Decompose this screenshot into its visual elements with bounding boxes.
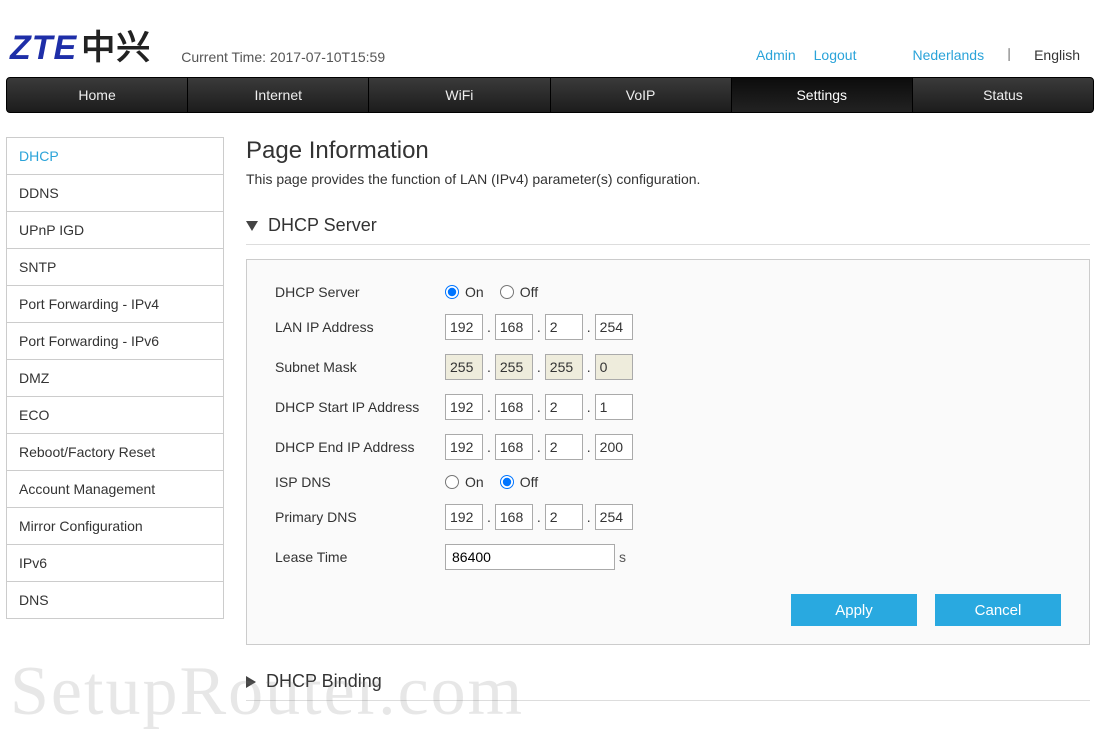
- lan-ip-1[interactable]: [445, 314, 483, 340]
- chevron-right-icon: [246, 676, 256, 688]
- lang-separator: 丨: [1002, 45, 1016, 65]
- isp-dns-on-radio[interactable]: On: [445, 474, 484, 490]
- logo-text-west: ZTE: [10, 29, 77, 68]
- isp-dns-off-radio[interactable]: Off: [500, 474, 538, 490]
- page-description: This page provides the function of LAN (…: [246, 171, 1090, 187]
- sidebar: DHCPDDNSUPnP IGDSNTPPort Forwarding - IP…: [6, 137, 224, 619]
- nav-internet[interactable]: Internet: [188, 78, 369, 112]
- nav-settings[interactable]: Settings: [732, 78, 913, 112]
- sidebar-item-dhcp[interactable]: DHCP: [7, 138, 223, 175]
- dhcp-server-off-radio[interactable]: Off: [500, 284, 538, 300]
- subnet-3[interactable]: [545, 354, 583, 380]
- end-ip-3[interactable]: [545, 434, 583, 460]
- label-primary-dns: Primary DNS: [275, 509, 445, 525]
- primary-dns-2[interactable]: [495, 504, 533, 530]
- logo-text-cn: 中兴: [81, 20, 151, 69]
- sidebar-item-port-forwarding-ipv4[interactable]: Port Forwarding - IPv4: [7, 286, 223, 323]
- start-ip-3[interactable]: [545, 394, 583, 420]
- primary-dns-1[interactable]: [445, 504, 483, 530]
- sidebar-item-dns[interactable]: DNS: [7, 582, 223, 618]
- nav-home[interactable]: Home: [7, 78, 188, 112]
- label-isp-dns: ISP DNS: [275, 474, 445, 490]
- label-lan-ip: LAN IP Address: [275, 319, 445, 335]
- primary-dns-3[interactable]: [545, 504, 583, 530]
- nav-wifi[interactable]: WiFi: [369, 78, 550, 112]
- sidebar-item-mirror-configuration[interactable]: Mirror Configuration: [7, 508, 223, 545]
- nav-voip[interactable]: VoIP: [551, 78, 732, 112]
- lan-ip-2[interactable]: [495, 314, 533, 340]
- dhcp-server-panel: DHCP Server On Off LAN IP Address . . . …: [246, 259, 1090, 645]
- label-lease: Lease Time: [275, 549, 445, 565]
- sidebar-item-ipv6[interactable]: IPv6: [7, 545, 223, 582]
- lang-english-link[interactable]: English: [1034, 47, 1080, 63]
- lease-time-input[interactable]: [445, 544, 615, 570]
- brand-logo: ZTE 中兴: [10, 20, 151, 69]
- end-ip-1[interactable]: [445, 434, 483, 460]
- sidebar-item-upnp-igd[interactable]: UPnP IGD: [7, 212, 223, 249]
- lan-ip-4[interactable]: [595, 314, 633, 340]
- subnet-1[interactable]: [445, 354, 483, 380]
- subnet-4[interactable]: [595, 354, 633, 380]
- lang-nederlands-link[interactable]: Nederlands: [912, 47, 984, 63]
- sidebar-item-dmz[interactable]: DMZ: [7, 360, 223, 397]
- primary-dns-4[interactable]: [595, 504, 633, 530]
- section-dhcp-server-header[interactable]: DHCP Server: [246, 215, 1090, 245]
- chevron-down-icon: [246, 221, 258, 231]
- label-end-ip: DHCP End IP Address: [275, 439, 445, 455]
- end-ip-4[interactable]: [595, 434, 633, 460]
- sidebar-item-reboot-factory-reset[interactable]: Reboot/Factory Reset: [7, 434, 223, 471]
- main-nav: HomeInternetWiFiVoIPSettingsStatus: [6, 77, 1094, 113]
- start-ip-1[interactable]: [445, 394, 483, 420]
- subnet-2[interactable]: [495, 354, 533, 380]
- end-ip-2[interactable]: [495, 434, 533, 460]
- sidebar-item-ddns[interactable]: DDNS: [7, 175, 223, 212]
- nav-status[interactable]: Status: [913, 78, 1093, 112]
- lan-ip-3[interactable]: [545, 314, 583, 340]
- section-dhcp-binding-header[interactable]: DHCP Binding: [246, 671, 1090, 701]
- start-ip-4[interactable]: [595, 394, 633, 420]
- sidebar-item-port-forwarding-ipv6[interactable]: Port Forwarding - IPv6: [7, 323, 223, 360]
- cancel-button[interactable]: Cancel: [935, 594, 1061, 626]
- logout-link[interactable]: Logout: [814, 47, 857, 63]
- lease-unit: s: [619, 549, 626, 565]
- sidebar-item-eco[interactable]: ECO: [7, 397, 223, 434]
- label-dhcp-server: DHCP Server: [275, 284, 445, 300]
- sidebar-item-sntp[interactable]: SNTP: [7, 249, 223, 286]
- start-ip-2[interactable]: [495, 394, 533, 420]
- label-subnet: Subnet Mask: [275, 359, 445, 375]
- label-start-ip: DHCP Start IP Address: [275, 399, 445, 415]
- admin-link[interactable]: Admin: [756, 47, 796, 63]
- apply-button[interactable]: Apply: [791, 594, 917, 626]
- sidebar-item-account-management[interactable]: Account Management: [7, 471, 223, 508]
- current-time: Current Time: 2017-07-10T15:59: [181, 49, 385, 69]
- dhcp-server-on-radio[interactable]: On: [445, 284, 484, 300]
- page-title: Page Information: [246, 137, 1090, 165]
